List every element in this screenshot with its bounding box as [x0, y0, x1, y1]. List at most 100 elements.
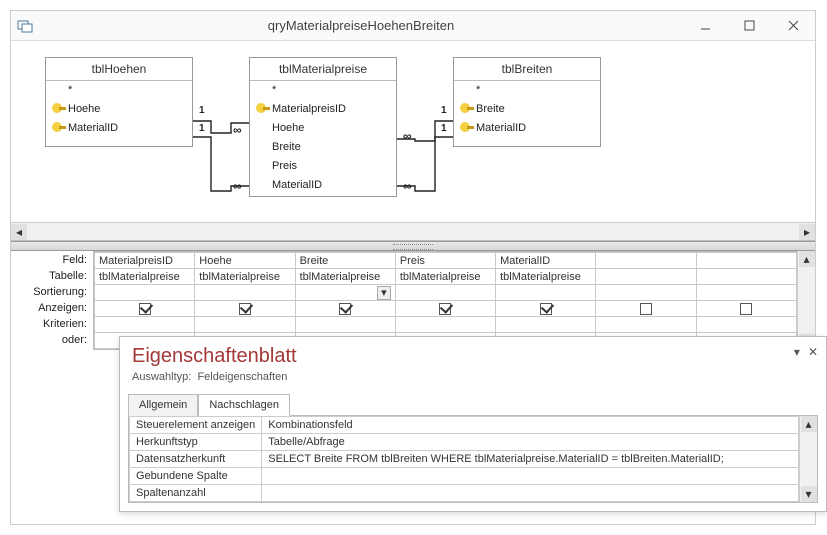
- field-hoehe[interactable]: Hoehe: [46, 100, 192, 119]
- maximize-button[interactable]: [727, 11, 771, 41]
- dropdown-icon[interactable]: ▾: [794, 345, 800, 359]
- grid-cell[interactable]: [496, 301, 596, 317]
- grid-cell[interactable]: [596, 285, 696, 301]
- grid-cell[interactable]: Breite: [295, 253, 395, 269]
- show-checkbox[interactable]: [239, 303, 251, 315]
- grid-cell[interactable]: [95, 285, 195, 301]
- grid-cell[interactable]: [395, 301, 495, 317]
- grid-cell[interactable]: tblMaterialpreise: [395, 269, 495, 285]
- grid-cell[interactable]: tblMaterialpreise: [496, 269, 596, 285]
- show-checkbox[interactable]: [640, 303, 652, 315]
- grid-cell[interactable]: tblMaterialpreise: [95, 269, 195, 285]
- prop-value[interactable]: [262, 485, 799, 502]
- grid-cell[interactable]: Hoehe: [195, 253, 295, 269]
- field-star[interactable]: *: [250, 81, 396, 100]
- field-breite[interactable]: Breite: [454, 100, 600, 119]
- prop-sheet-controls: ▾ ✕: [794, 345, 818, 359]
- grid-cell[interactable]: [696, 301, 796, 317]
- grid-cell[interactable]: [596, 301, 696, 317]
- grid-cell[interactable]: MaterialID: [496, 253, 596, 269]
- grid-cell[interactable]: MaterialpreisID: [95, 253, 195, 269]
- grid-cell[interactable]: [596, 317, 696, 333]
- field-preis[interactable]: Preis: [250, 157, 396, 176]
- grid-cell[interactable]: [496, 285, 596, 301]
- grid-cell[interactable]: [496, 317, 596, 333]
- table-title: tblMaterialpreise: [250, 58, 396, 81]
- show-checkbox[interactable]: [339, 303, 351, 315]
- grid-cell[interactable]: [95, 317, 195, 333]
- grid-cell[interactable]: [395, 317, 495, 333]
- tab-lookup[interactable]: Nachschlagen: [198, 394, 290, 416]
- field-breite[interactable]: Breite: [250, 138, 396, 157]
- designer-hscroll[interactable]: ◂ ▸: [11, 222, 815, 240]
- close-button[interactable]: [771, 11, 815, 41]
- label-sort: Sortierung:: [11, 286, 87, 302]
- prop-key: Steuerelement anzeigen: [130, 417, 262, 434]
- grid-cell[interactable]: ▾: [295, 285, 395, 301]
- field-hoehe[interactable]: Hoehe: [250, 119, 396, 138]
- show-checkbox[interactable]: [439, 303, 451, 315]
- query-designer-window: qryMaterialpreiseHoehenBreiten tblHoehen…: [10, 10, 816, 525]
- grid-cell[interactable]: [195, 285, 295, 301]
- prop-title: Eigenschaftenblatt: [132, 345, 814, 368]
- grid-cell[interactable]: [295, 301, 395, 317]
- grid-cell[interactable]: tblMaterialpreise: [195, 269, 295, 285]
- join-card-one: 1: [441, 105, 447, 116]
- join-card-one: 1: [199, 123, 205, 134]
- window-buttons: [683, 11, 815, 41]
- grid-cell[interactable]: [696, 285, 796, 301]
- field-materialid[interactable]: MaterialID: [250, 176, 396, 195]
- grid-cell[interactable]: [95, 301, 195, 317]
- dropdown-icon[interactable]: ▾: [377, 286, 391, 300]
- grid-cell[interactable]: [395, 285, 495, 301]
- close-icon[interactable]: ✕: [808, 345, 818, 359]
- field-star[interactable]: *: [46, 81, 192, 100]
- prop-key: Gebundene Spalte: [130, 468, 262, 485]
- grid-cell[interactable]: [696, 253, 796, 269]
- grid-cell[interactable]: [195, 317, 295, 333]
- titlebar: qryMaterialpreiseHoehenBreiten: [11, 11, 815, 41]
- scroll-up-icon[interactable]: ▴: [801, 416, 817, 432]
- splitter[interactable]: [11, 241, 815, 251]
- field-materialpreisid[interactable]: MaterialpreisID: [250, 100, 396, 119]
- field-materialid[interactable]: MaterialID: [454, 119, 600, 138]
- grid-cell[interactable]: [596, 253, 696, 269]
- relationship-pane[interactable]: tblHoehen * Hoehe MaterialID tblMaterial…: [11, 41, 815, 241]
- table-tblmaterialpreise[interactable]: tblMaterialpreise * MaterialpreisID Hoeh…: [249, 57, 397, 197]
- prop-key: Spaltenanzahl: [130, 485, 262, 502]
- scroll-right-icon[interactable]: ▸: [799, 224, 815, 240]
- grid-cell[interactable]: [195, 301, 295, 317]
- table-title: tblBreiten: [454, 58, 600, 81]
- prop-value[interactable]: Kombinationsfeld: [262, 417, 799, 434]
- grid-cell[interactable]: tblMaterialpreise: [295, 269, 395, 285]
- prop-grid: Steuerelement anzeigenKombinationsfeld H…: [128, 416, 818, 503]
- join-card-many: ∞: [233, 179, 242, 193]
- prop-value[interactable]: SELECT Breite FROM tblBreiten WHERE tblM…: [262, 451, 799, 468]
- prop-vscroll[interactable]: ▴ ▾: [799, 416, 817, 502]
- scroll-up-icon[interactable]: ▴: [799, 251, 815, 267]
- join-card-one: 1: [199, 105, 205, 116]
- field-materialid[interactable]: MaterialID: [46, 119, 192, 138]
- scroll-left-icon[interactable]: ◂: [11, 224, 27, 240]
- grid-cell[interactable]: [295, 317, 395, 333]
- show-checkbox[interactable]: [139, 303, 151, 315]
- join-card-one: 1: [441, 123, 447, 134]
- grid-cell[interactable]: [696, 317, 796, 333]
- grid-cell[interactable]: [696, 269, 796, 285]
- grid-cell[interactable]: Preis: [395, 253, 495, 269]
- grid-cell[interactable]: [596, 269, 696, 285]
- join-card-many: ∞: [403, 129, 412, 143]
- show-checkbox[interactable]: [540, 303, 552, 315]
- scroll-down-icon[interactable]: ▾: [801, 486, 817, 502]
- table-tblbreiten[interactable]: tblBreiten * Breite MaterialID: [453, 57, 601, 147]
- label-criteria: Kriterien:: [11, 318, 87, 334]
- prop-value[interactable]: [262, 468, 799, 485]
- tab-general[interactable]: Allgemein: [128, 394, 198, 416]
- window-icon: [11, 18, 39, 34]
- minimize-button[interactable]: [683, 11, 727, 41]
- property-sheet[interactable]: ▾ ✕ Eigenschaftenblatt Auswahltyp: Felde…: [119, 336, 827, 512]
- show-checkbox[interactable]: [740, 303, 752, 315]
- prop-value[interactable]: Tabelle/Abfrage: [262, 434, 799, 451]
- table-tblhoehen[interactable]: tblHoehen * Hoehe MaterialID: [45, 57, 193, 147]
- field-star[interactable]: *: [454, 81, 600, 100]
